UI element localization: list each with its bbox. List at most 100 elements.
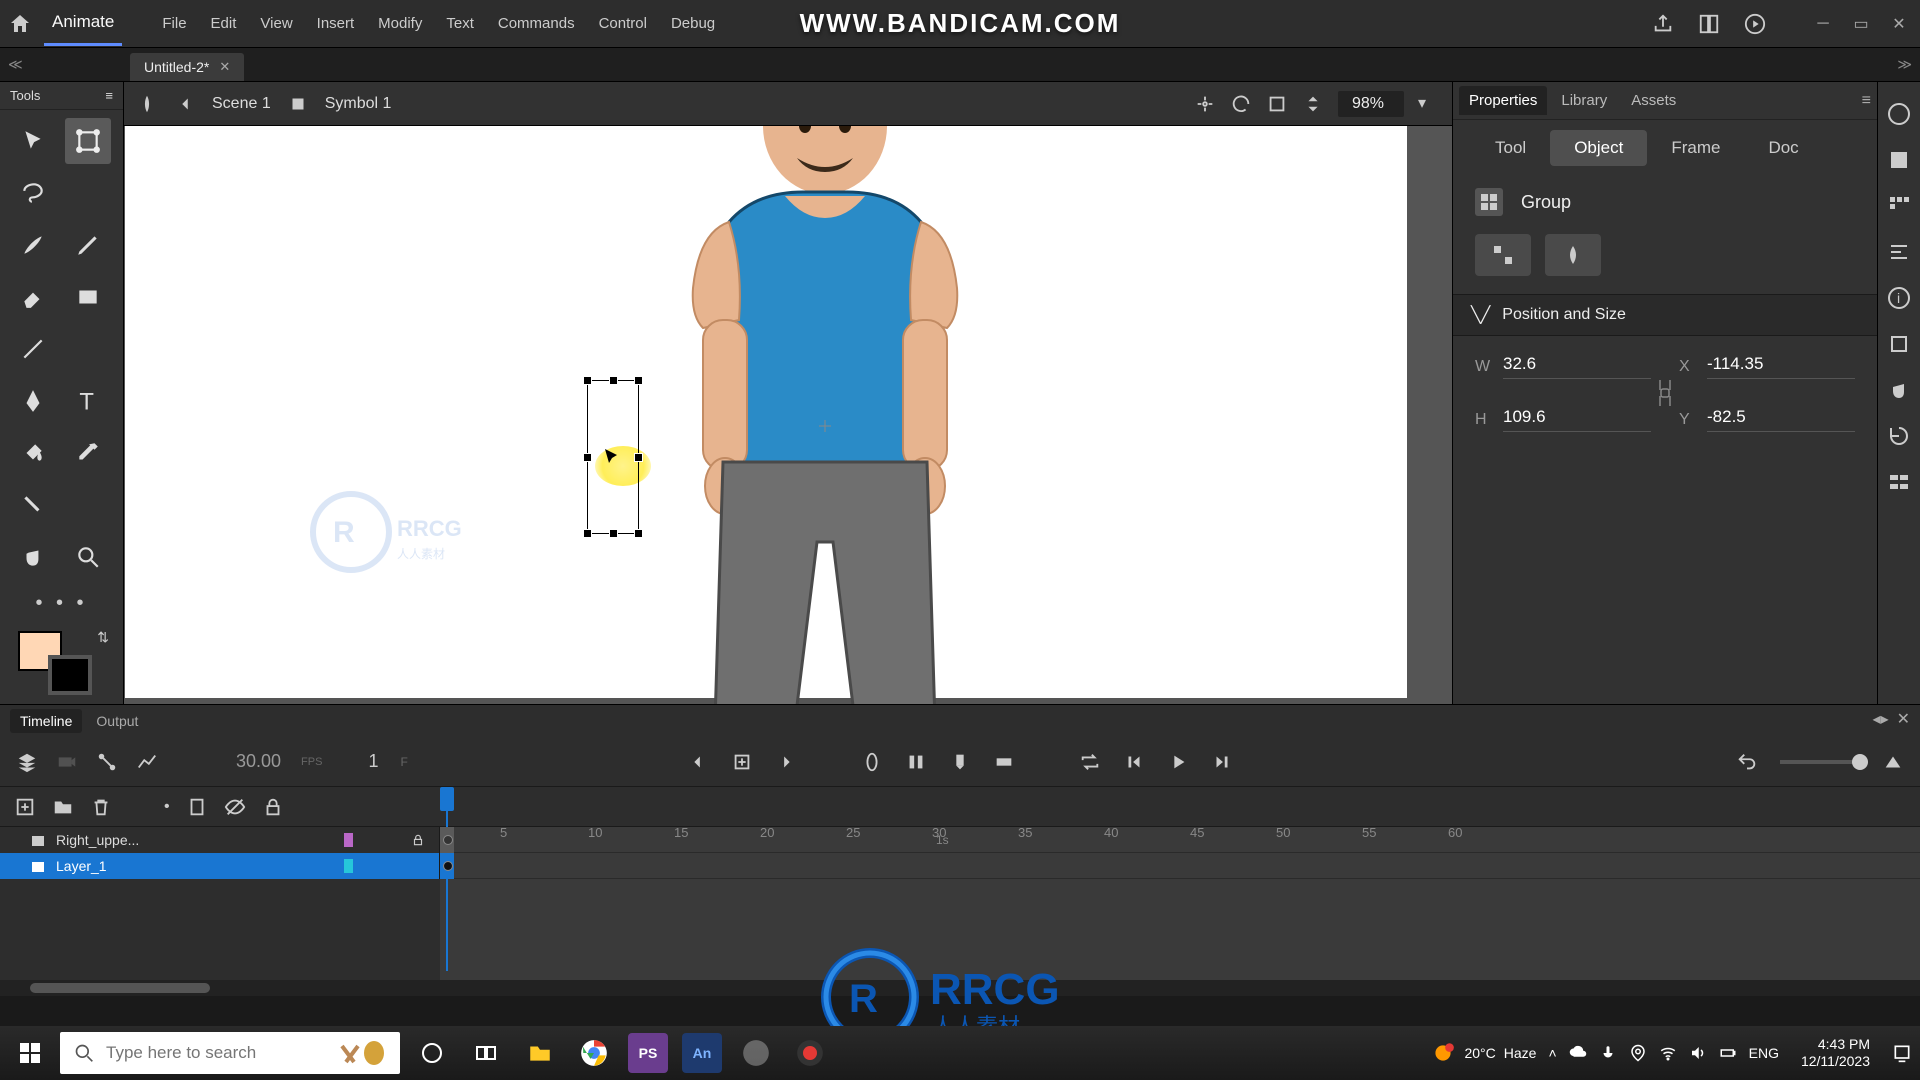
play-icon[interactable] [1744,13,1766,35]
handle-e[interactable] [634,453,643,462]
close-icon[interactable]: ✕ [1886,11,1912,37]
collapse-right-icon[interactable]: ≫ [1897,56,1912,73]
highlight-col-icon[interactable]: • [164,798,170,816]
wifi-icon[interactable] [1659,1044,1677,1062]
tools-menu-icon[interactable]: ≡ [105,88,113,103]
menu-file[interactable]: File [162,15,186,32]
task-view-icon[interactable] [466,1033,506,1073]
timeline-collapse-icon[interactable]: ◂▸ [1873,709,1889,729]
menu-debug[interactable]: Debug [671,15,715,32]
rotate-stage-icon[interactable] [1230,93,1252,115]
bandicam-record-icon[interactable] [790,1033,830,1073]
home-icon[interactable] [8,12,32,36]
history-panel-icon[interactable] [1887,424,1911,448]
location-icon[interactable] [1629,1044,1647,1062]
menu-text[interactable]: Text [446,15,474,32]
inner-tab-doc[interactable]: Doc [1744,130,1822,166]
selection-bounding-box[interactable] [587,380,639,534]
undo-icon[interactable] [1736,751,1758,773]
inner-tab-object[interactable]: Object [1550,130,1647,166]
graph-editor-icon[interactable] [136,751,158,773]
break-apart-button[interactable] [1475,234,1531,276]
panel-menu-icon[interactable]: ≡ [1862,92,1871,110]
timeline-zoom-slider[interactable] [1780,760,1860,764]
rectangle-tool[interactable] [65,274,111,320]
layer-name-0[interactable]: Right_uppe... [56,832,139,848]
microphone-icon[interactable] [1599,1044,1617,1062]
frame-strip-0[interactable] [440,827,1920,853]
step-back-icon[interactable] [1123,751,1145,773]
onion-skin-icon[interactable] [861,751,883,773]
lock-col-icon[interactable] [262,796,284,818]
stroke-color-swatch[interactable] [48,655,92,695]
edit-scene-icon[interactable] [136,93,158,115]
layer-lock-0[interactable] [411,833,439,847]
handle-nw[interactable] [583,376,592,385]
play-button[interactable] [1167,751,1189,773]
color-panel-icon[interactable] [1887,148,1911,172]
align-panel-icon[interactable] [1887,240,1911,264]
canvas[interactable]: RRRCG人人素材 [125,126,1407,698]
insert-keyframe-icon[interactable] [731,751,753,773]
menu-modify[interactable]: Modify [378,15,422,32]
visibility-col-icon[interactable] [224,796,246,818]
y-value[interactable]: -82.5 [1707,407,1855,432]
keyframe-cell-0[interactable] [440,827,454,853]
prev-keyframe-icon[interactable] [687,751,709,773]
scrollbar-thumb[interactable] [30,983,210,993]
zoom-dropdown-icon[interactable]: ▾ [1418,93,1440,115]
info-panel-icon[interactable]: i [1887,286,1911,310]
handle-se[interactable] [634,529,643,538]
layer-parenting-icon[interactable] [96,751,118,773]
free-transform-tool[interactable] [65,118,111,164]
h-value[interactable]: 109.6 [1503,407,1651,432]
taskbar-search[interactable] [60,1032,400,1074]
lasso-tool[interactable] [10,170,56,216]
menu-control[interactable]: Control [599,15,647,32]
x-value[interactable]: -114.35 [1707,354,1855,379]
battery-icon[interactable] [1719,1044,1737,1062]
lock-aspect-icon[interactable] [1656,376,1674,410]
add-folder-icon[interactable] [52,796,74,818]
transform-panel-icon[interactable] [1887,332,1911,356]
minimize-icon[interactable]: ─ [1810,11,1836,37]
keyframe-cell-1[interactable] [440,853,454,879]
line-tool[interactable] [10,326,56,372]
weather-widget[interactable]: 20°C Haze [1430,1040,1536,1066]
notifications-icon[interactable] [1892,1043,1912,1063]
frame-strip-1[interactable] [440,853,1920,879]
symbol-label[interactable]: Symbol 1 [325,95,392,113]
components-panel-icon[interactable] [1887,470,1911,494]
workspace-icon[interactable] [1698,13,1720,35]
tab-assets[interactable]: Assets [1621,86,1686,115]
position-size-header[interactable]: ╲╱ Position and Size [1453,294,1877,336]
center-stage-icon[interactable] [1194,93,1216,115]
chrome-icon[interactable] [574,1033,614,1073]
handle-sw[interactable] [583,529,592,538]
hand-panel-icon[interactable] [1887,378,1911,402]
tab-close-icon[interactable]: ✕ [219,59,230,75]
handle-s[interactable] [609,529,618,538]
frame-ruler[interactable]: 5 10 15 20 25 30 35 40 45 50 55 60 [440,787,1920,827]
timeline-tab[interactable]: Timeline [10,709,82,733]
paint-bucket-tool[interactable] [10,430,56,476]
collapse-left-icon[interactable]: ≪ [8,56,23,73]
marker-icon[interactable] [949,751,971,773]
more-tools-icon[interactable]: • • • [0,588,123,625]
next-keyframe-icon[interactable] [775,751,797,773]
layer-name-1[interactable]: Layer_1 [56,858,107,874]
maximize-icon[interactable]: ▭ [1848,11,1874,37]
eyedropper-tool[interactable] [65,430,111,476]
menu-view[interactable]: View [260,15,292,32]
zoom-tool[interactable] [65,534,111,580]
brush-tool[interactable] [10,222,56,268]
layer-menu-icon[interactable] [16,751,38,773]
scene-label[interactable]: Scene 1 [212,95,271,113]
menu-edit[interactable]: Edit [211,15,237,32]
timeline-close-icon[interactable]: ✕ [1897,709,1910,729]
text-tool[interactable]: T [65,378,111,424]
inner-tab-frame[interactable]: Frame [1647,130,1744,166]
handle-n[interactable] [609,376,618,385]
swatches-panel-icon[interactable] [1887,194,1911,218]
fit-timeline-icon[interactable] [1882,751,1904,773]
